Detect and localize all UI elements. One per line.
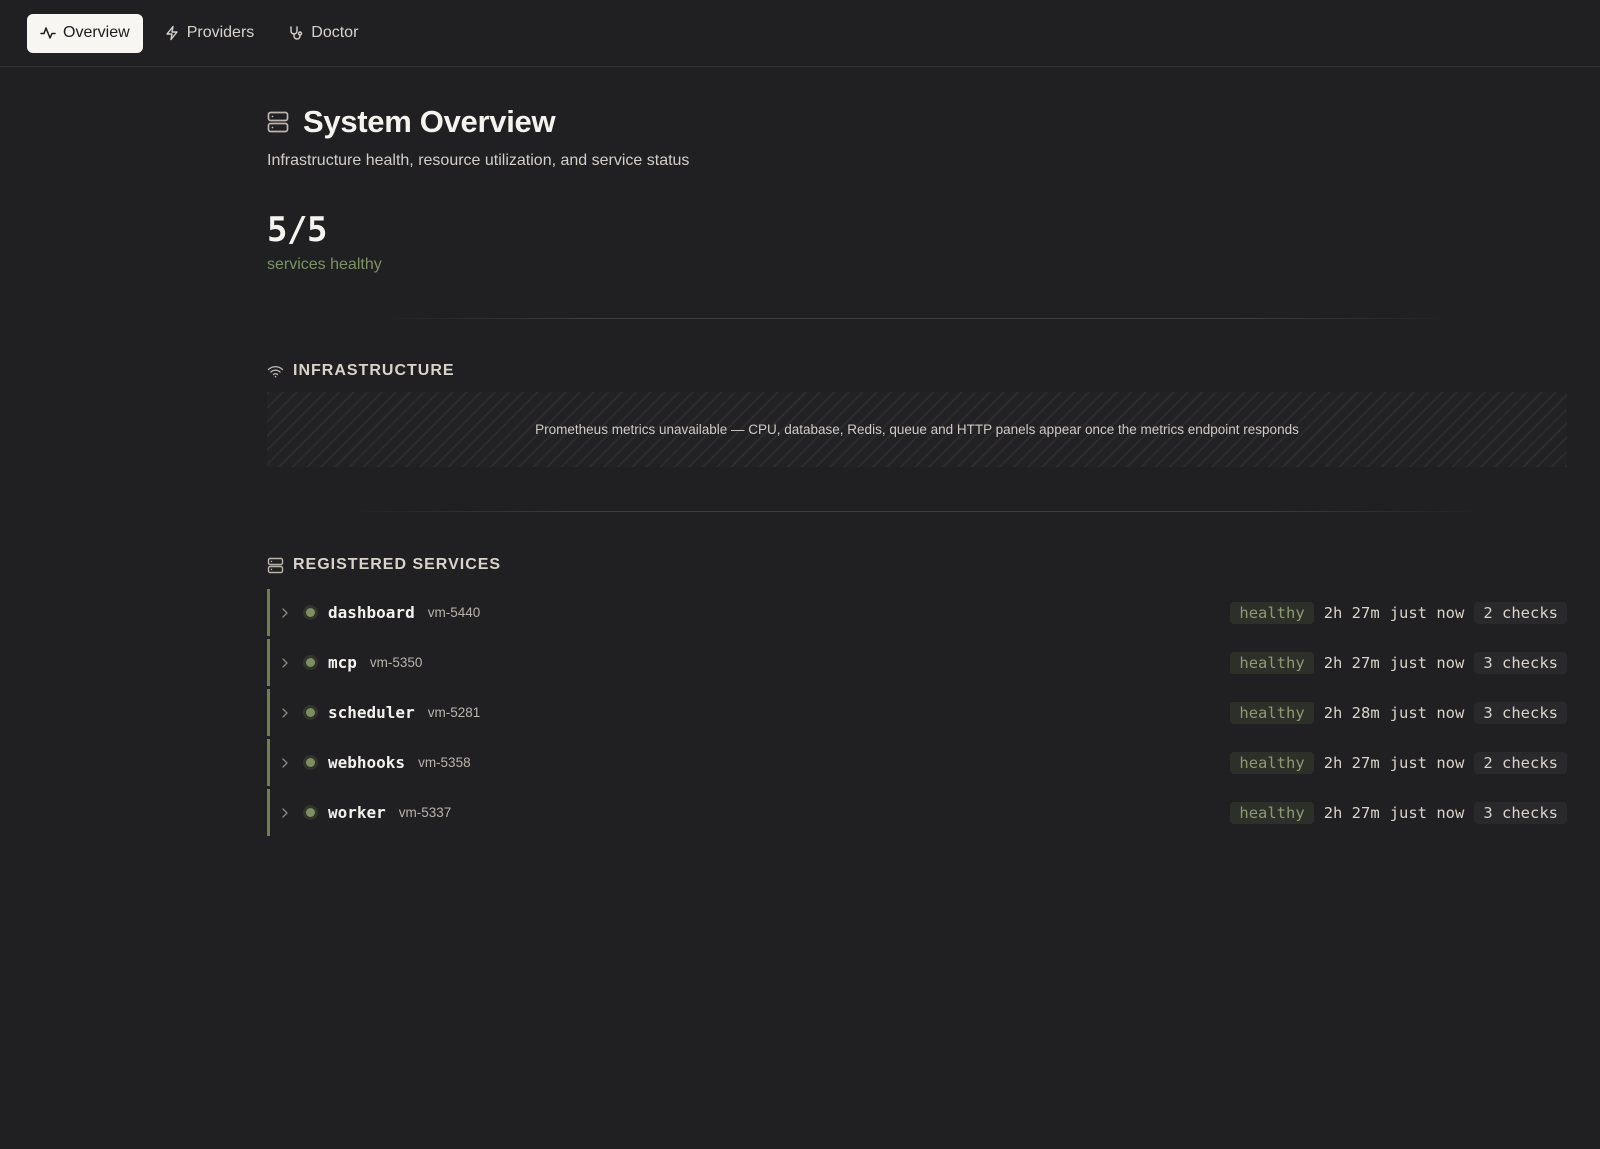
status-dot bbox=[306, 758, 315, 767]
service-uptime: 2h 27m bbox=[1323, 753, 1380, 772]
infrastructure-heading: INFRASTRUCTURE bbox=[267, 362, 1567, 380]
healthy-count: 5/5 bbox=[267, 210, 327, 250]
service-row[interactable]: scheduler vm-5281 healthy 2h 28m just no… bbox=[267, 689, 1567, 736]
page-title: System Overview bbox=[303, 104, 556, 139]
checks-count: 2 checks bbox=[1474, 601, 1567, 624]
checks-count: 3 checks bbox=[1474, 801, 1567, 824]
chevron-right-icon[interactable] bbox=[280, 757, 294, 769]
server-icon bbox=[267, 557, 284, 574]
service-uptime: 2h 27m bbox=[1323, 603, 1380, 622]
service-uptime: 2h 28m bbox=[1323, 703, 1380, 722]
tab-overview-label: Overview bbox=[63, 24, 130, 41]
service-host: vm-5337 bbox=[398, 805, 452, 820]
tab-doctor[interactable]: Doctor bbox=[275, 14, 371, 53]
service-last-check: just now bbox=[1389, 803, 1465, 822]
service-host: vm-5358 bbox=[418, 755, 471, 770]
chevron-right-icon[interactable] bbox=[280, 607, 294, 619]
service-name[interactable]: worker bbox=[328, 803, 386, 822]
service-name[interactable]: mcp bbox=[328, 653, 357, 672]
service-last-check: just now bbox=[1389, 753, 1465, 772]
divider bbox=[377, 318, 1457, 319]
top-nav: Overview Providers Doctor bbox=[0, 0, 1600, 67]
metrics-unavailable-panel: Prometheus metrics unavailable — CPU, da… bbox=[267, 392, 1567, 467]
chevron-right-icon[interactable] bbox=[280, 707, 294, 719]
checks-count: 3 checks bbox=[1474, 651, 1567, 674]
service-row[interactable]: mcp vm-5350 healthy 2h 27m just now 3 ch… bbox=[267, 639, 1567, 686]
service-uptime: 2h 27m bbox=[1323, 653, 1380, 672]
service-meta: healthy 2h 28m just now 3 checks bbox=[1230, 689, 1567, 736]
service-row[interactable]: webhooks vm-5358 healthy 2h 27m just now… bbox=[267, 739, 1567, 786]
status-badge: healthy bbox=[1230, 801, 1314, 824]
service-name[interactable]: scheduler bbox=[328, 703, 415, 722]
tab-providers[interactable]: Providers bbox=[151, 14, 268, 53]
status-dot bbox=[306, 808, 315, 817]
status-badge: healthy bbox=[1230, 651, 1314, 674]
service-row[interactable]: worker vm-5337 healthy 2h 27m just now 3… bbox=[267, 789, 1567, 836]
service-last-check: just now bbox=[1389, 653, 1465, 672]
tab-providers-label: Providers bbox=[186, 24, 255, 41]
chevron-right-icon[interactable] bbox=[280, 807, 294, 819]
service-row[interactable]: dashboard vm-5440 healthy 2h 27m just no… bbox=[267, 589, 1567, 636]
service-last-check: just now bbox=[1389, 703, 1465, 722]
activity-icon bbox=[40, 25, 56, 41]
chevron-right-icon[interactable] bbox=[280, 657, 294, 669]
healthy-label: services healthy bbox=[267, 256, 382, 273]
checks-count: 2 checks bbox=[1474, 751, 1567, 774]
page-header: System Overview bbox=[267, 104, 1567, 140]
stethoscope-icon bbox=[288, 25, 304, 41]
wifi-icon bbox=[267, 363, 284, 380]
divider bbox=[347, 511, 1487, 512]
server-icon bbox=[267, 110, 289, 134]
status-dot bbox=[306, 658, 315, 667]
services-list: dashboard vm-5440 healthy 2h 27m just no… bbox=[267, 589, 1567, 836]
tab-doctor-label: Doctor bbox=[311, 24, 359, 41]
service-name[interactable]: webhooks bbox=[328, 753, 405, 772]
service-host: vm-5440 bbox=[427, 605, 481, 620]
infrastructure-heading-label: INFRASTRUCTURE bbox=[293, 362, 455, 379]
status-badge: healthy bbox=[1230, 701, 1314, 724]
status-badge: healthy bbox=[1230, 601, 1314, 624]
service-meta: healthy 2h 27m just now 3 checks bbox=[1230, 639, 1567, 686]
service-meta: healthy 2h 27m just now 2 checks bbox=[1230, 739, 1567, 786]
services-heading: REGISTERED SERVICES bbox=[267, 556, 1567, 574]
lightning-icon bbox=[164, 25, 180, 41]
service-uptime: 2h 27m bbox=[1323, 803, 1380, 822]
status-badge: healthy bbox=[1230, 751, 1314, 774]
main-content: System Overview Infrastructure health, r… bbox=[267, 67, 1567, 839]
page-subtitle: Infrastructure health, resource utilizat… bbox=[267, 152, 690, 169]
status-dot bbox=[306, 608, 315, 617]
service-name[interactable]: dashboard bbox=[328, 603, 415, 622]
services-heading-label: REGISTERED SERVICES bbox=[293, 556, 502, 573]
service-meta: healthy 2h 27m just now 2 checks bbox=[1230, 589, 1567, 636]
status-dot bbox=[306, 708, 315, 717]
service-last-check: just now bbox=[1389, 603, 1465, 622]
tab-overview[interactable]: Overview bbox=[27, 13, 143, 53]
service-host: vm-5350 bbox=[369, 655, 423, 670]
checks-count: 3 checks bbox=[1474, 701, 1567, 724]
service-meta: healthy 2h 27m just now 3 checks bbox=[1230, 789, 1567, 836]
metrics-unavailable-message: Prometheus metrics unavailable — CPU, da… bbox=[535, 422, 1299, 437]
service-host: vm-5281 bbox=[427, 705, 481, 720]
